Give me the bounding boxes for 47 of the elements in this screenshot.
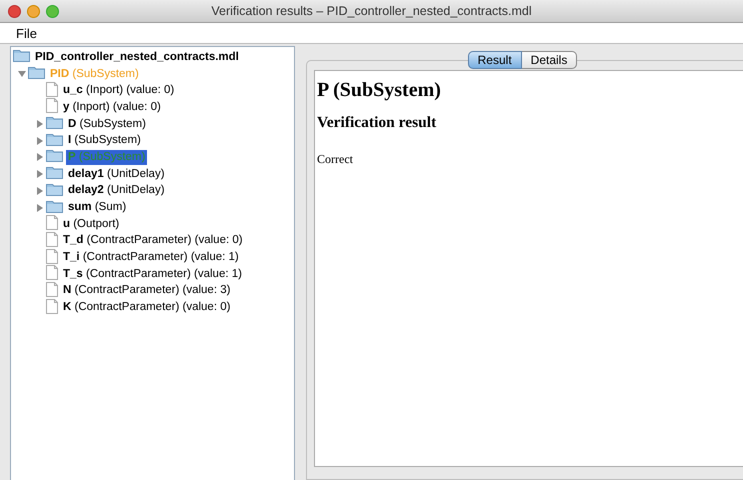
zoom-button[interactable] <box>46 4 59 18</box>
document-icon <box>46 298 58 314</box>
expand-arrow-icon[interactable] <box>36 120 44 128</box>
tree-item[interactable]: N (ContractParameter) (value: 3) <box>61 283 232 298</box>
folder-icon <box>46 116 63 130</box>
tree-item[interactable]: y (Inport) (value: 0) <box>61 100 163 115</box>
tree-item[interactable]: delay1 (UnitDelay) <box>66 166 167 182</box>
folder-icon <box>46 182 63 196</box>
document-icon <box>46 82 58 97</box>
tree-item[interactable]: I (SubSystem) <box>66 133 143 148</box>
expand-arrow-icon[interactable] <box>36 170 44 178</box>
folder-icon <box>28 66 45 80</box>
result-heading: P (SubSystem) <box>317 79 442 102</box>
expand-arrow-icon[interactable] <box>36 136 44 145</box>
expand-arrow-icon[interactable] <box>36 153 44 162</box>
tab[interactable]: Result <box>468 51 522 69</box>
result-subheading: Verification result <box>317 114 438 132</box>
folder-icon <box>13 49 30 62</box>
expand-arrow-icon[interactable] <box>36 204 44 212</box>
close-button[interactable] <box>8 4 21 18</box>
tree-item[interactable]: u_c (Inport) (value: 0) <box>61 83 176 98</box>
folder-icon <box>46 200 63 213</box>
folder-icon <box>46 166 63 180</box>
document-icon <box>46 248 58 264</box>
document-icon <box>46 282 58 297</box>
document-icon <box>46 265 58 280</box>
tree-item[interactable]: T_s (ContractParameter) (value: 1) <box>61 266 244 282</box>
collapse-arrow-icon[interactable] <box>18 70 26 78</box>
window-title: Verification results – PID_controller_nested_contracts.mdl <box>211 4 532 18</box>
tree-item[interactable]: T_d (ContractParameter) (value: 0) <box>61 233 245 248</box>
tree-item[interactable]: D (SubSystem) <box>66 116 148 132</box>
tree-item[interactable]: u (Outport) <box>61 216 122 232</box>
result-text: Correct <box>317 152 354 167</box>
tree-item[interactable]: K (ContractParameter) (value: 0) <box>61 300 232 316</box>
document-icon <box>46 98 58 114</box>
folder-icon <box>46 149 63 162</box>
document-icon <box>46 215 58 230</box>
menu-item[interactable]: File <box>8 26 45 40</box>
tree-item[interactable]: PID_controller_nested_contracts.mdl <box>33 50 241 65</box>
minimize-button[interactable] <box>27 4 40 18</box>
tree-item[interactable]: T_i (ContractParameter) (value: 1) <box>61 250 241 266</box>
expand-arrow-icon[interactable] <box>36 186 44 195</box>
tree-item[interactable]: delay2 (UnitDelay) <box>66 183 167 198</box>
document-icon <box>46 232 58 247</box>
tab[interactable]: Details <box>522 51 578 69</box>
tree-item[interactable]: sum (Sum) <box>66 200 128 216</box>
folder-icon <box>46 132 63 146</box>
